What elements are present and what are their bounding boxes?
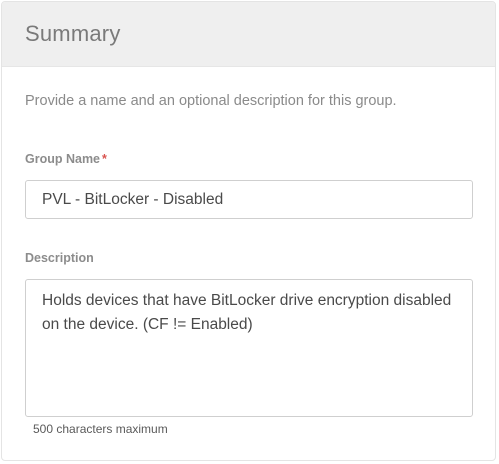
description-textarea[interactable]: Holds devices that have BitLocker drive …	[25, 279, 473, 417]
character-limit-hint: 500 characters maximum	[33, 422, 168, 436]
group-name-label: Group Name *	[25, 152, 107, 166]
group-name-label-text: Group Name	[25, 152, 101, 166]
description-label: Description	[25, 251, 94, 265]
page-title: Summary	[25, 21, 121, 46]
summary-card: Summary Provide a name and an optional d…	[1, 1, 496, 461]
required-marker: *	[102, 152, 107, 166]
card-header: Summary	[2, 2, 495, 67]
group-name-input[interactable]	[25, 180, 473, 219]
intro-text: Provide a name and an optional descripti…	[25, 93, 397, 109]
